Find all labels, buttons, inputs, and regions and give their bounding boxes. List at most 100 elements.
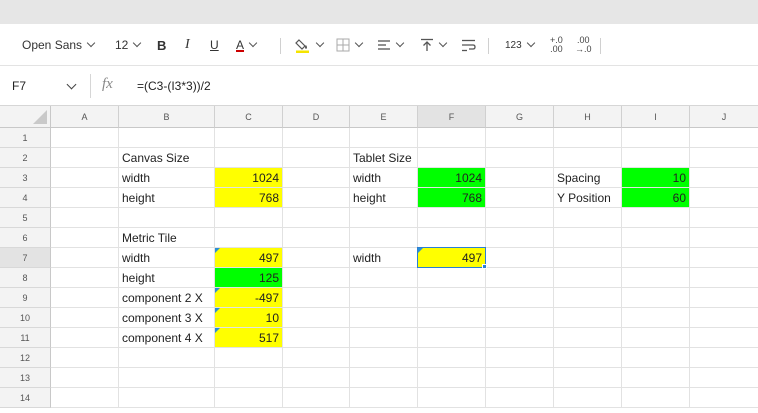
select-all-triangle-icon (33, 110, 47, 124)
toolbar-divider (280, 38, 281, 54)
font-size-select[interactable]: 12 (115, 24, 142, 66)
function-icon[interactable]: fx (102, 76, 113, 93)
warning-triangle-icon (215, 288, 220, 293)
row-header-4[interactable]: 4 (0, 188, 51, 208)
cell-c8[interactable]: 125 (215, 268, 282, 287)
cell-b7[interactable]: width (119, 248, 214, 267)
column-header-h[interactable]: H (554, 106, 622, 128)
cell-b3[interactable]: width (119, 168, 214, 187)
column-header-c[interactable]: C (215, 106, 283, 128)
chevron-down-icon (354, 38, 364, 48)
row-header-8[interactable]: 8 (0, 268, 51, 288)
decrease-decimals-button[interactable]: .00 →.0 (575, 24, 592, 66)
fill-color-button[interactable] (295, 24, 325, 66)
cell-c11[interactable]: 517 (215, 328, 282, 347)
warning-triangle-icon (215, 308, 220, 313)
cell-c7[interactable]: 497 (215, 248, 282, 267)
chevron-down-icon (133, 38, 142, 48)
toolbar-divider (488, 38, 489, 54)
cell-f3[interactable]: 1024 (418, 168, 485, 187)
cell-c9[interactable]: -497 (215, 288, 282, 307)
cell-h3[interactable]: Spacing (554, 168, 621, 187)
spreadsheet-grid[interactable]: A B C D E F G H I J 1 2 3 4 5 6 7 8 9 10 11 12 13 14 Canvas Size… (0, 106, 758, 413)
select-all-corner[interactable] (0, 106, 51, 128)
increase-decimals-button[interactable]: +.0 .00 (550, 24, 563, 66)
row-gridline (51, 367, 758, 368)
cell-e7[interactable]: width (350, 248, 417, 267)
row-header-10[interactable]: 10 (0, 308, 51, 328)
row-gridline (51, 207, 758, 208)
paint-bucket-icon (295, 39, 309, 53)
fill-handle[interactable] (482, 264, 487, 269)
row-gridline (51, 407, 758, 408)
row-header-6[interactable]: 6 (0, 228, 51, 248)
column-header-f[interactable]: F (418, 106, 486, 128)
underline-button[interactable]: U (210, 24, 219, 66)
font-color-button[interactable]: A (236, 24, 258, 66)
column-header-e[interactable]: E (350, 106, 418, 128)
cell-e2[interactable]: Tablet Size (350, 148, 417, 167)
row-gridline (51, 387, 758, 388)
chevron-down-icon (86, 38, 96, 48)
horizontal-align-button[interactable] (377, 24, 405, 66)
formula-input[interactable]: =(C3-(I3*3))/2 (137, 79, 211, 93)
italic-button[interactable]: I (185, 24, 190, 66)
bold-button[interactable]: B (157, 24, 166, 66)
row-header-1[interactable]: 1 (0, 128, 51, 148)
cell-b10[interactable]: component 3 X (119, 308, 214, 327)
cell-c4[interactable]: 768 (215, 188, 282, 207)
warning-triangle-icon (418, 248, 423, 253)
formula-bar-divider (90, 74, 91, 98)
formula-bar: F7 fx =(C3-(I3*3))/2 (0, 66, 758, 106)
cell-b4[interactable]: height (119, 188, 214, 207)
row-header-2[interactable]: 2 (0, 148, 51, 168)
column-header-b[interactable]: B (119, 106, 215, 128)
column-header-i[interactable]: I (622, 106, 690, 128)
borders-icon (336, 38, 350, 52)
row-header-14[interactable]: 14 (0, 388, 51, 408)
column-gridline (689, 128, 690, 408)
cell-f4[interactable]: 768 (418, 188, 485, 207)
row-header-3[interactable]: 3 (0, 168, 51, 188)
column-header-a[interactable]: A (51, 106, 119, 128)
cell-f7[interactable]: 497 (418, 248, 485, 267)
chevron-down-icon (315, 38, 325, 48)
cell-b11[interactable]: component 4 X (119, 328, 214, 347)
row-header-11[interactable]: 11 (0, 328, 51, 348)
number-format-label: 123 (505, 39, 522, 51)
row-header-5[interactable]: 5 (0, 208, 51, 228)
cell-e4[interactable]: height (350, 188, 417, 207)
row-header-12[interactable]: 12 (0, 348, 51, 368)
chevron-down-icon (395, 38, 405, 48)
row-gridline (51, 347, 758, 348)
column-header-d[interactable]: D (283, 106, 350, 128)
row-header-9[interactable]: 9 (0, 288, 51, 308)
name-box[interactable]: F7 (0, 66, 90, 106)
cell-i4[interactable]: 60 (622, 188, 689, 207)
cell-i3[interactable]: 10 (622, 168, 689, 187)
increase-decimals-bottom: .00 (550, 44, 563, 54)
decrease-decimals-bottom: →.0 (575, 44, 592, 54)
row-header-7[interactable]: 7 (0, 248, 51, 268)
cell-b2[interactable]: Canvas Size (119, 148, 214, 167)
row-header-13[interactable]: 13 (0, 368, 51, 388)
chevron-down-icon (438, 38, 448, 48)
formatting-toolbar: Open Sans 12 B I U A 123 +.0 .00 .00 →.0 (0, 24, 758, 66)
cell-c10[interactable]: 10 (215, 308, 282, 327)
font-family-label: Open Sans (22, 38, 83, 52)
cell-b9[interactable]: component 2 X (119, 288, 214, 307)
font-size-label: 12 (115, 38, 129, 52)
borders-button[interactable] (336, 24, 364, 66)
cell-b6[interactable]: Metric Tile (119, 228, 214, 247)
cell-c3[interactable]: 1024 (215, 168, 282, 187)
column-header-j[interactable]: J (690, 106, 758, 128)
number-format-select[interactable]: 123 (505, 24, 535, 66)
cell-b8[interactable]: height (119, 268, 214, 287)
column-header-g[interactable]: G (486, 106, 554, 128)
cell-h4[interactable]: Y Position (554, 188, 621, 207)
font-family-select[interactable]: Open Sans (22, 24, 96, 66)
vertical-align-button[interactable] (420, 24, 448, 66)
cell-e3[interactable]: width (350, 168, 417, 187)
wrap-text-button[interactable] (461, 24, 476, 66)
cell-reference: F7 (12, 79, 27, 93)
